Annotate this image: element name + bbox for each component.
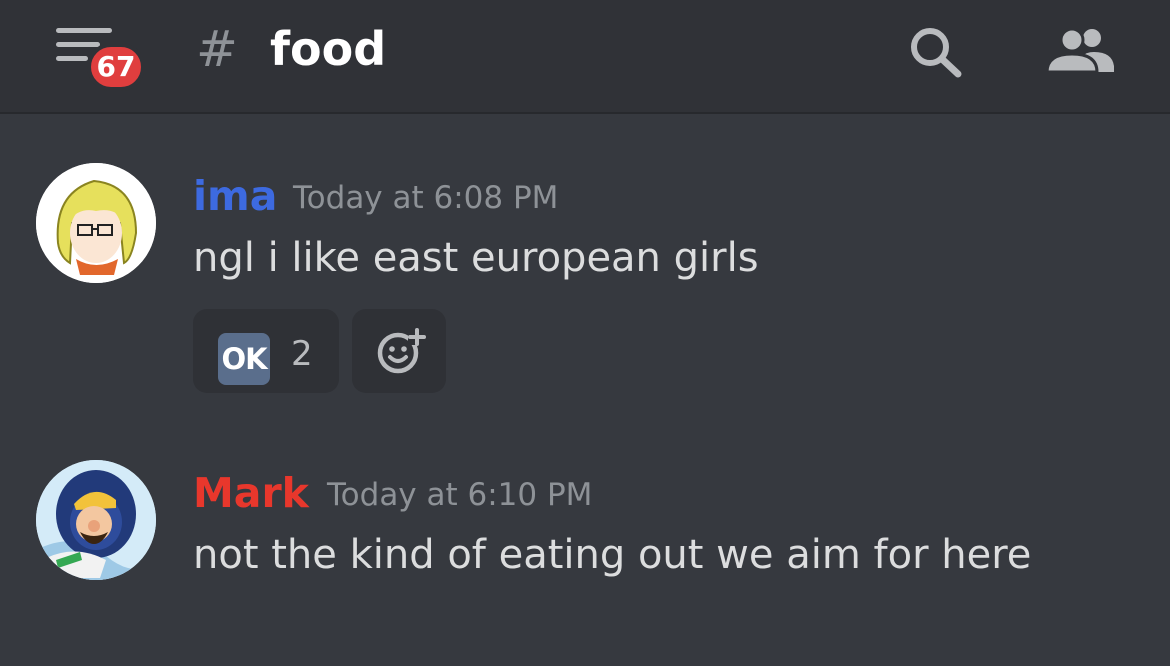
unread-badge[interactable]: 67 xyxy=(87,43,145,91)
members-button[interactable] xyxy=(1042,22,1118,82)
add-reaction-button[interactable] xyxy=(352,309,446,393)
message-timestamp: Today at 6:10 PM xyxy=(327,477,593,513)
message-content: not the kind of eating out we aim for he… xyxy=(193,532,1032,578)
search-button[interactable] xyxy=(904,22,970,82)
ok-button-emoji: OK xyxy=(218,333,270,385)
channel-header: 67 # food xyxy=(0,0,1170,114)
members-icon xyxy=(1045,27,1114,74)
reaction-ok[interactable]: OK 2 xyxy=(193,309,339,393)
message-timestamp: Today at 6:08 PM xyxy=(293,180,559,216)
add-reaction-icon xyxy=(377,328,426,374)
luigi-avatar-icon xyxy=(36,460,156,580)
reaction-count: 2 xyxy=(291,334,313,374)
message-author[interactable]: Mark xyxy=(193,468,309,518)
anime-girl-avatar-icon xyxy=(36,163,156,283)
channel-hash-icon: # xyxy=(196,20,238,78)
channel-name[interactable]: food xyxy=(270,18,386,80)
message-content: ngl i like east european girls xyxy=(193,235,759,281)
avatar-ima[interactable] xyxy=(36,163,156,283)
avatar-mark[interactable] xyxy=(36,460,156,580)
message-author[interactable]: ima xyxy=(193,171,277,221)
search-icon xyxy=(911,28,962,78)
